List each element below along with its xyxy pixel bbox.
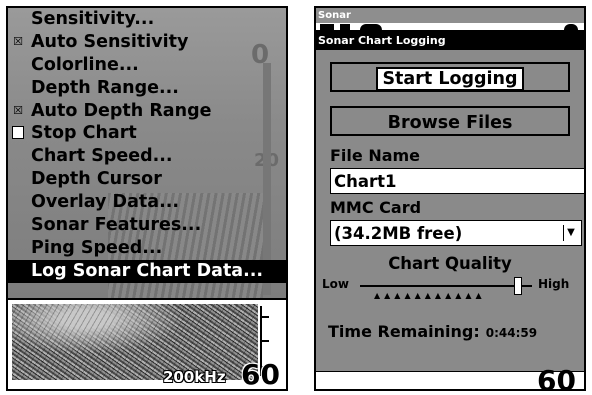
chart-logging-dialog: Start Logging Browse Files File Name Cha… [316,50,584,371]
menu-item[interactable]: Overlay Data... [8,191,286,214]
menu-item-label: Auto Sensitivity [31,31,189,52]
time-remaining-row: Time Remaining: 0:44:59 [328,322,537,341]
depth-readout: 60 [537,364,576,391]
mmc-card-value: (34.2MB free) [334,224,463,243]
menu-item-label: Ping Speed... [31,237,163,258]
window-title: Sonar [316,8,584,23]
menu-item-label: Chart Speed... [31,146,173,167]
mmc-card-label: MMC Card [330,198,422,217]
sonar-chart-strip: 200kHz 60 [8,298,286,391]
menu-item-label: Sonar Features... [31,215,202,236]
menu-item[interactable]: Colorline... [8,54,286,77]
empty-checkbox-icon[interactable] [12,126,24,140]
x-checkbox-icon[interactable]: ☒ [12,35,24,48]
status-strip: 60 [316,364,584,389]
slider-ticks: ▲▲▲▲▲▲▲▲▲▲▲ [374,291,486,300]
file-name-field[interactable]: Chart1 [330,168,584,194]
menu-item[interactable]: Sensitivity... [8,8,286,31]
sonar-options-menu: Sensitivity... ☒ Auto Sensitivity Colorline… [8,8,286,283]
menu-item[interactable]: Log Sonar Chart Data... [8,259,286,283]
menu-item[interactable]: Depth Cursor [8,168,286,191]
file-name-value: Chart1 [334,172,397,191]
menu-item[interactable]: Stop Chart [8,122,286,145]
mmc-card-select[interactable]: (34.2MB free) ▼ [330,220,582,246]
x-checkbox-icon[interactable]: ☒ [12,104,24,117]
chart-logging-screen: Sonar Sonar Chart Logging Start Logging … [314,6,586,391]
depth-readout: 60 [241,358,280,391]
menu-item-label: Auto Depth Range [31,100,212,121]
menu-item[interactable]: Chart Speed... [8,145,286,168]
menu-item-label: Overlay Data... [31,192,180,213]
frequency-label: 200kHz [163,368,226,386]
chart-quality-label: Chart Quality [388,254,512,273]
chevron-down-icon[interactable]: ▼ [563,225,578,241]
menu-item[interactable]: ☒ Auto Sensitivity [8,31,286,54]
time-remaining-label: Time Remaining: [328,322,480,341]
menu-item-label: Colorline... [31,54,139,75]
slider-handle[interactable] [514,277,523,295]
quality-high-label: High [538,277,570,291]
dialog-title: Sonar Chart Logging [316,31,584,50]
menu-item[interactable]: Depth Range... [8,77,286,100]
menu-item-label: Depth Cursor [31,169,162,190]
menu-item[interactable]: Sonar Features... [8,214,286,237]
time-remaining-value: 0:44:59 [485,326,538,340]
menu-item-label: Sensitivity... [31,9,155,29]
chart-quality-slider[interactable] [360,277,532,295]
browse-files-button[interactable]: Browse Files [330,106,570,136]
start-logging-label: Start Logging [376,67,524,91]
menu-item[interactable]: Ping Speed... [8,237,286,260]
menu-item-label: Stop Chart [31,123,137,144]
browse-files-label: Browse Files [387,113,513,133]
title-ruler [316,23,584,31]
menu-item-label: Log Sonar Chart Data... [31,260,264,281]
sonar-menu-screen: 0 20 Sensitivity...☒Auto SensitivityColo… [6,6,288,391]
file-name-label: File Name [330,146,421,165]
quality-low-label: Low [322,277,349,291]
menu-item-label: Depth Range... [31,77,179,98]
start-logging-button[interactable]: Start Logging [330,62,570,92]
menu-item[interactable]: ☒ Auto Depth Range [8,100,286,123]
